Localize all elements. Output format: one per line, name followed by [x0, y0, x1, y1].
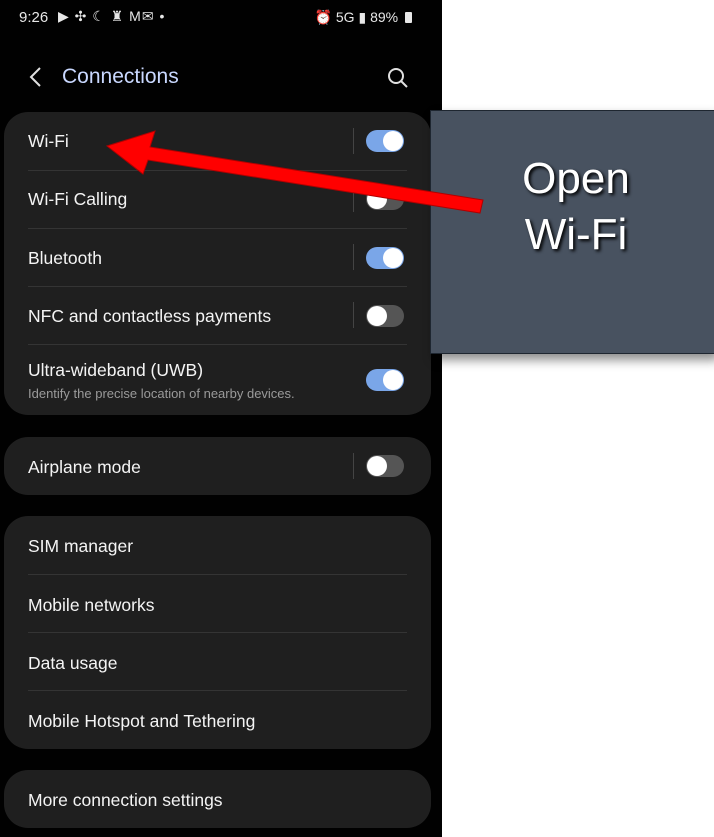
data-usage-label: Data usage	[28, 653, 118, 673]
wifi-label: Wi-Fi	[28, 131, 69, 151]
more-settings-card: More connection settings	[4, 770, 431, 828]
status-bar: 9:26 ▶ ✣ ☾ ♜ M✉ • ⏰ 5G ▮ 89%	[0, 0, 442, 34]
battery-percent: 89%	[370, 9, 399, 25]
sim-manager-row[interactable]: SIM manager	[4, 516, 431, 574]
notification-icons: ▶ ✣ ☾ ♜ M✉ •	[58, 8, 166, 24]
wifi-calling-toggle[interactable]	[366, 188, 404, 210]
signal-icon: ▮	[358, 9, 367, 25]
toggle-knob	[383, 248, 403, 268]
uwb-label: Ultra-wideband (UWB)	[28, 360, 204, 380]
uwb-row[interactable]: Ultra-wideband (UWB) Identify the precis…	[4, 344, 431, 415]
wifi-calling-label: Wi-Fi Calling	[28, 189, 128, 209]
data-usage-row[interactable]: Data usage	[4, 632, 431, 690]
hotspot-row[interactable]: Mobile Hotspot and Tethering	[4, 690, 431, 748]
bluetooth-label: Bluetooth	[28, 248, 102, 268]
airplane-mode-label: Airplane mode	[28, 457, 141, 477]
chevron-left-icon	[29, 67, 41, 87]
search-button[interactable]	[384, 64, 412, 92]
more-connection-settings-row[interactable]: More connection settings	[4, 770, 431, 828]
airplane-mode-toggle[interactable]	[366, 455, 404, 477]
nfc-row[interactable]: NFC and contactless payments	[4, 286, 431, 344]
toggle-knob	[383, 131, 403, 151]
uwb-description: Identify the precise location of nearby …	[28, 386, 295, 401]
toggle-knob	[367, 189, 387, 209]
search-icon	[388, 68, 408, 88]
divider-vertical	[353, 244, 354, 270]
callout-line-2: Wi-Fi	[524, 210, 628, 259]
toggle-knob	[383, 370, 403, 390]
header-bar: Connections	[0, 56, 442, 102]
bluetooth-row[interactable]: Bluetooth	[4, 228, 431, 286]
nfc-label: NFC and contactless payments	[28, 306, 272, 326]
status-right: ⏰ 5G ▮ 89%	[315, 9, 412, 26]
divider-vertical	[353, 186, 354, 212]
bluetooth-toggle[interactable]	[366, 247, 404, 269]
hotspot-label: Mobile Hotspot and Tethering	[28, 711, 256, 731]
callout-line-1: Open	[522, 154, 630, 203]
callout-text: Open Wi-Fi	[431, 151, 714, 263]
divider-vertical	[353, 302, 354, 328]
airplane-card: Airplane mode	[4, 437, 431, 495]
divider-vertical	[353, 128, 354, 154]
callout-box: Open Wi-Fi	[430, 110, 714, 354]
divider-vertical	[353, 453, 354, 479]
alarm-icon: ⏰	[314, 9, 332, 25]
more-connection-settings-label: More connection settings	[28, 790, 223, 810]
uwb-toggle[interactable]	[366, 369, 404, 391]
phone-screen: 9:26 ▶ ✣ ☾ ♜ M✉ • ⏰ 5G ▮ 89% Connections…	[0, 0, 442, 837]
sim-manager-label: SIM manager	[28, 536, 134, 556]
wifi-toggle[interactable]	[366, 130, 404, 152]
mobile-networks-row[interactable]: Mobile networks	[4, 574, 431, 632]
back-button[interactable]	[24, 62, 46, 92]
network-card: SIM manager Mobile networks Data usage M…	[4, 516, 431, 749]
battery-icon	[405, 12, 412, 23]
wifi-row[interactable]: Wi-Fi	[4, 112, 431, 170]
page-title: Connections	[62, 65, 179, 88]
nfc-toggle[interactable]	[366, 305, 404, 327]
airplane-mode-row[interactable]: Airplane mode	[4, 437, 431, 495]
toggle-knob	[367, 456, 387, 476]
wifi-calling-row[interactable]: Wi-Fi Calling	[4, 170, 431, 228]
toggle-knob	[367, 306, 387, 326]
connections-card: Wi-Fi Wi-Fi Calling Bluetooth NFC and co…	[4, 112, 431, 415]
mobile-networks-label: Mobile networks	[28, 595, 155, 615]
network-label: 5G	[335, 9, 355, 25]
status-time: 9:26	[19, 9, 49, 26]
